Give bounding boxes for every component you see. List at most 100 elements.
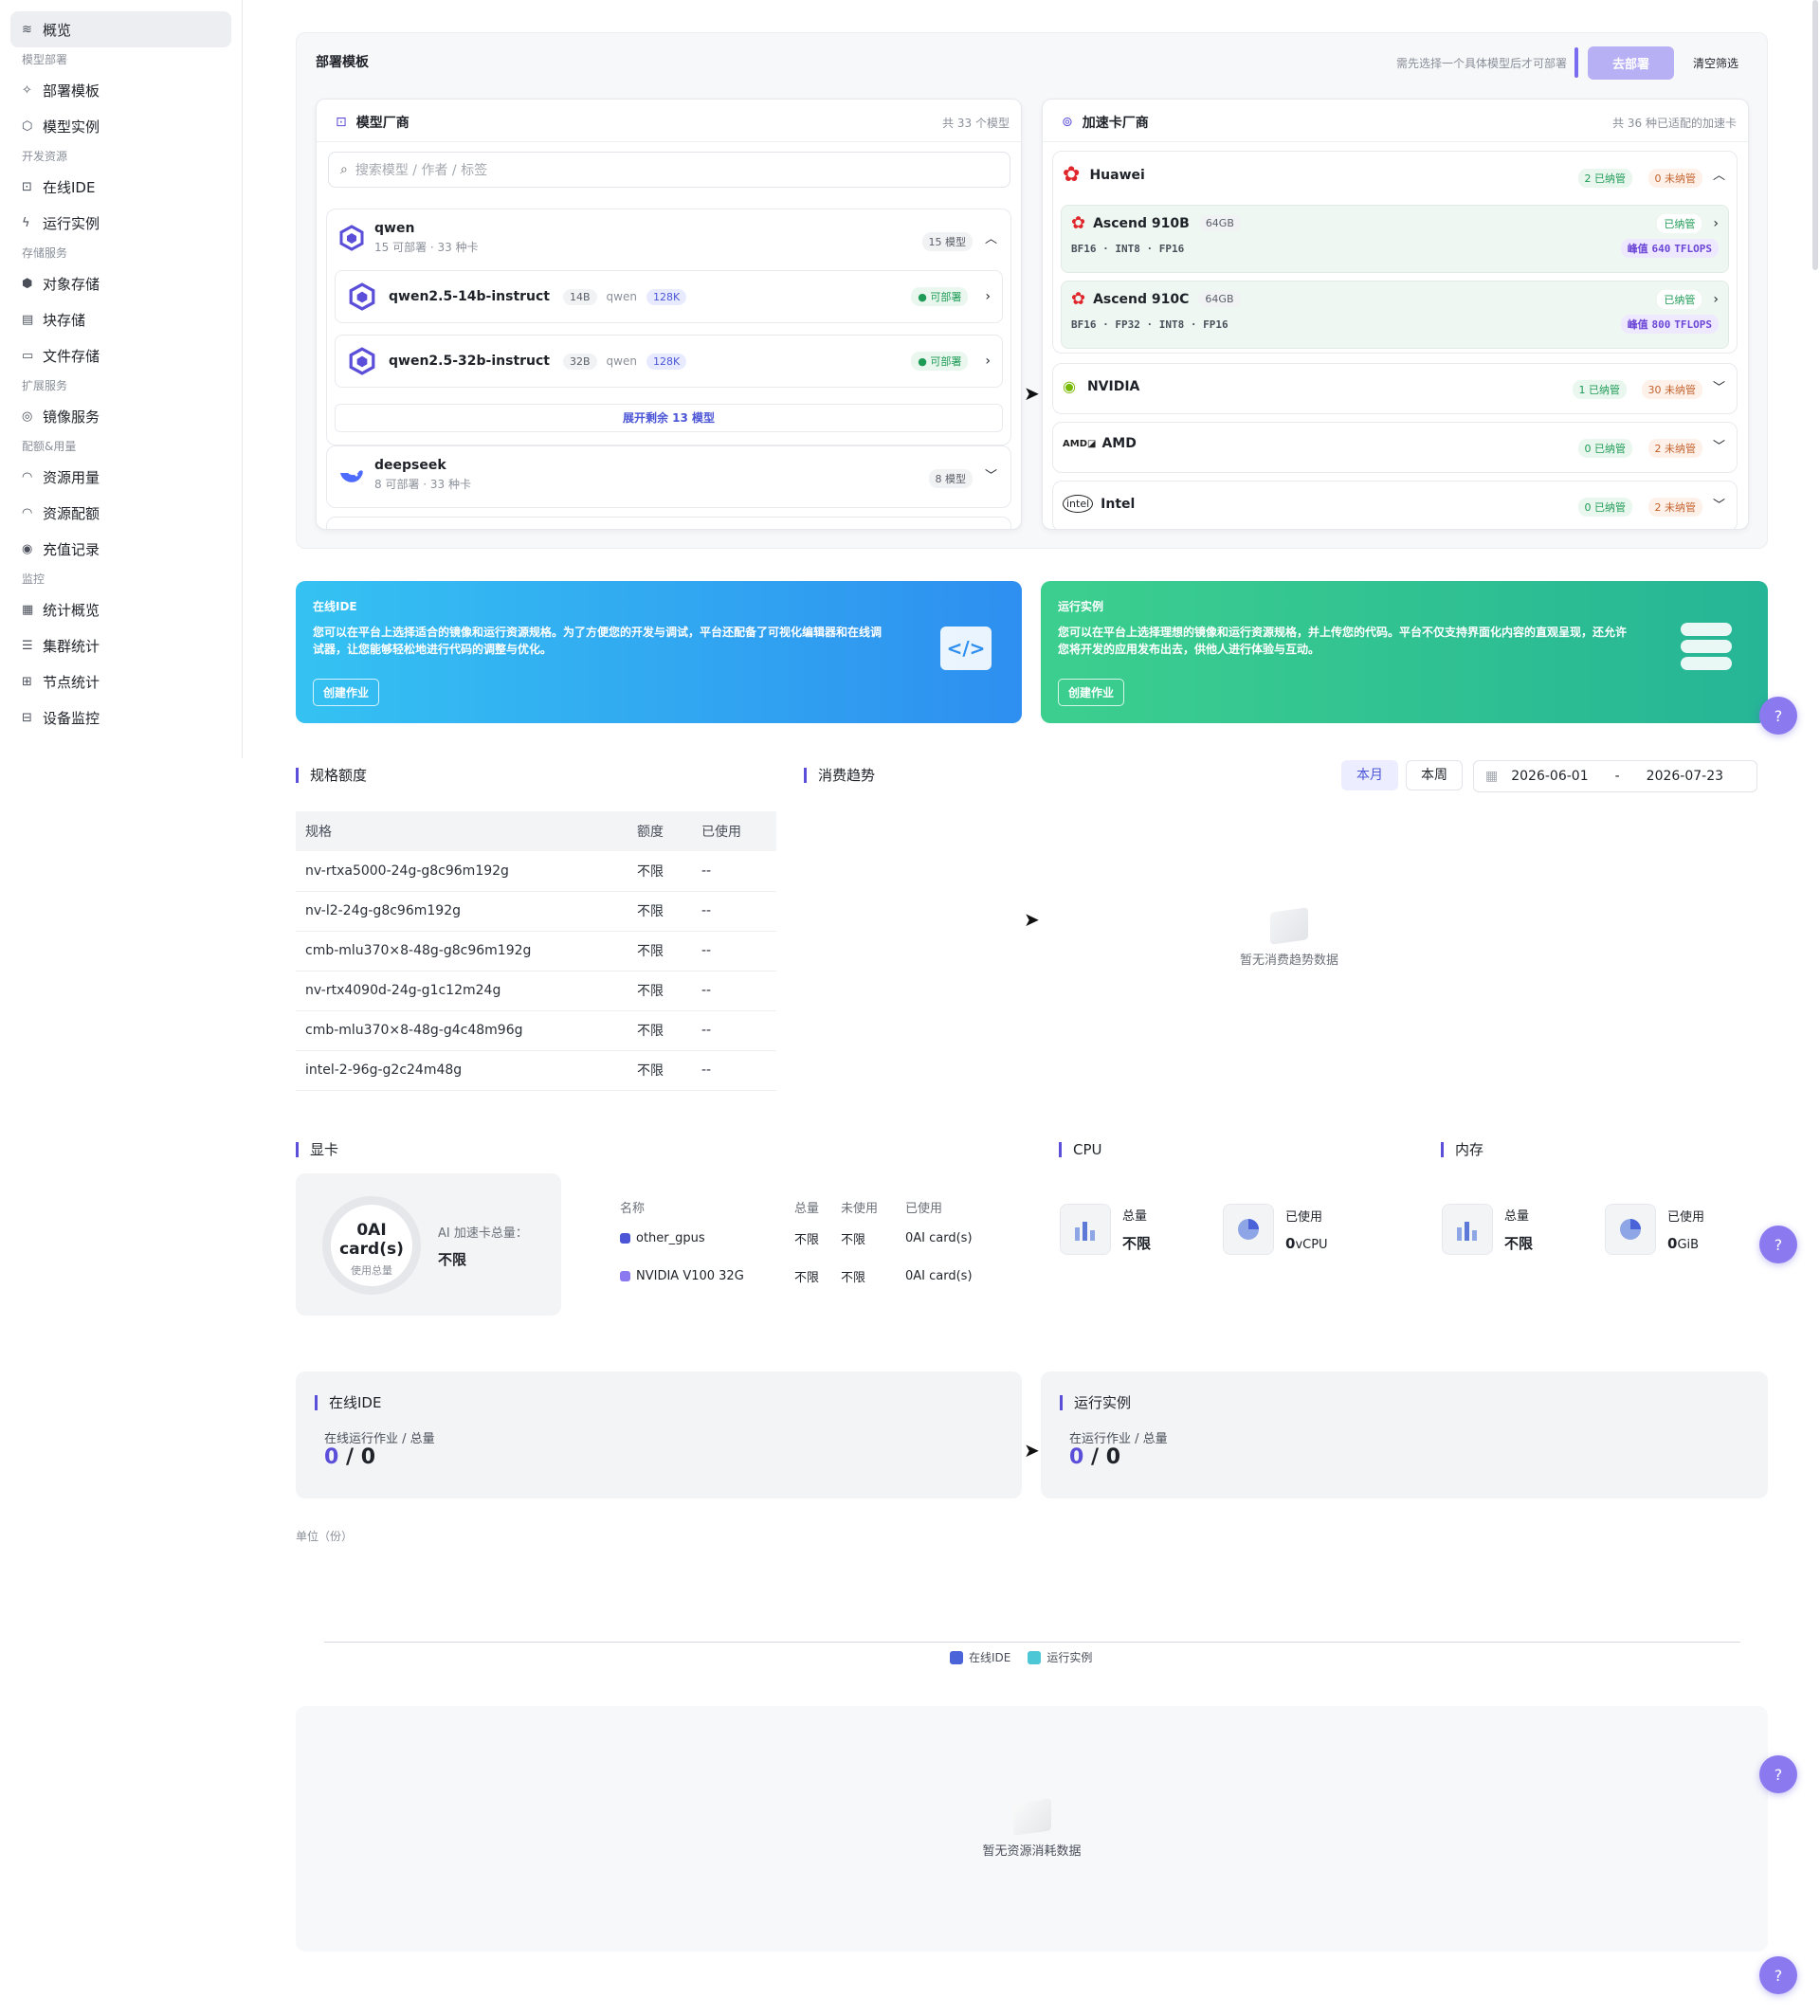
create-job-button[interactable]: 创建作业 [1058, 679, 1125, 706]
model-ctx-badge: 128K [646, 353, 687, 370]
sidebar-item-14[interactable]: ◠ 资源用量 [10, 459, 231, 495]
acc-huawei-header[interactable]: ✿ Huawei [1063, 163, 1145, 187]
chevron-up-icon[interactable]: ︿ [1713, 165, 1725, 183]
nvidia-logo-icon: ◉ [1063, 377, 1076, 395]
search-icon: ⌕ [340, 162, 348, 177]
sidebar-item-18[interactable]: ▦ 统计概览 [10, 591, 231, 627]
mouse-cursor-icon: ➤ [1024, 908, 1040, 931]
bar-chart-icon [1442, 1204, 1493, 1255]
chip-status-badge: 已纳管 [1657, 289, 1702, 309]
acc-vendor-nvidia[interactable]: ◉ NVIDIA 1 已纳管 30 未纳管 ﹀ [1052, 363, 1738, 414]
sidebar-item-5[interactable]: ⊡ 在线IDE [10, 169, 231, 205]
legend-run-label: 运行实例 [1046, 1651, 1093, 1664]
sidebar-item-8[interactable]: ⬢ 对象存储 [10, 265, 231, 301]
gpu-row: NVIDIA V100 32G 不限 不限 0AI card(s) [620, 1257, 1018, 1295]
sidebar-item-19[interactable]: ☰ 集群统计 [10, 627, 231, 663]
chevron-right-icon: › [985, 354, 991, 369]
sidebar-item-label: 概览 [43, 21, 72, 39]
expand-models-button[interactable]: 展开剩余 13 模型 [335, 404, 1003, 432]
help-button[interactable]: ? [1759, 1956, 1797, 1994]
sidebar-item-3[interactable]: ⬡ 模型实例 [10, 108, 231, 144]
sidebar-item-label: 资源用量 [43, 468, 100, 486]
cube-icon: ⬡ [22, 118, 33, 134]
model-author: qwen [606, 290, 637, 303]
gpu-col-total: 总量 [794, 1201, 820, 1216]
gpu-summary-card: 0AI card(s) 使用总量 AI 加速卡总量： 不限 [296, 1173, 561, 1316]
model-card-qwen2.5-32b[interactable]: qwen2.5-32b-instruct 32B qwen 128K ● 可部署… [335, 335, 1003, 388]
trend-title: 消费趋势 [804, 768, 875, 783]
ide-total-count: 0 [360, 1445, 376, 1469]
acc-vendor-name: Huawei [1089, 167, 1145, 183]
deploy-template-card: 部署模板 需先选择一个具体模型后才可部署 去部署 清空筛选 ⊡ 模型厂商 共 3… [296, 32, 1768, 549]
sidebar-item-0[interactable]: ≋ 概览 [10, 11, 231, 47]
vendor-deepseek[interactable]: deepseek 8 可部署 · 33 种卡 8 模型 ﹀ [326, 445, 1011, 508]
sidebar-item-label: 设备监控 [43, 709, 100, 727]
page-scrollbar[interactable] [1812, 0, 1818, 2016]
chip-card-ascend-910b[interactable]: ✿ Ascend 910B 64GB 已纳管 › BF16 · INT8 · F… [1061, 205, 1729, 273]
sidebar: ≋ 概览 模型部署 ✧ 部署模板 ⬡ 模型实例 开发资源 ⊡ 在线IDE ϟ 运行实例 存储服务 ⬢ 对象存… [0, 0, 243, 758]
sidebar-item-label: 镜像服务 [43, 408, 100, 426]
ring-value: 0AI card(s) [339, 1221, 404, 1259]
sidebar-item-6[interactable]: ϟ 运行实例 [10, 205, 231, 241]
chevron-right-icon: › [985, 289, 991, 304]
deploy-button[interactable]: 去部署 [1587, 45, 1674, 80]
clear-filter-button[interactable]: 清空筛选 [1693, 55, 1738, 71]
vendor-name: qwen [374, 221, 415, 236]
chip-peak-badge: 峰值 640 TFLOPS [1620, 239, 1719, 258]
acc-vendor-intel[interactable]: intel Intel 0 已纳管 2 未纳管 ﹀ [1052, 481, 1738, 529]
model-size-badge: 14B [563, 288, 597, 305]
sidebar-item-21[interactable]: ⊟ 设备监控 [10, 699, 231, 736]
model-card-qwen2.5-14b[interactable]: qwen2.5-14b-instruct 14B qwen 128K ● 可部署… [335, 270, 1003, 323]
sidebar-item-9[interactable]: ▤ 块存储 [10, 301, 231, 337]
tab-this-week[interactable]: 本周 [1406, 760, 1463, 790]
chevron-down-icon[interactable]: ﹀ [1713, 495, 1725, 513]
table-cell: nv-rtxa5000-24g-g8c96m192g [296, 851, 628, 892]
vendor-qwen: qwen 15 可部署 · 33 种卡 15 模型 ︿ qwen2.5-14b-… [326, 209, 1011, 445]
sidebar-item-label: 节点统计 [43, 673, 100, 691]
sidebar-item-label: 文件存储 [43, 347, 100, 365]
monitor-icon: ⊟ [22, 710, 32, 725]
sidebar-item-label: 运行实例 [43, 214, 100, 232]
table-cell: nv-l2-24g-g8c96m192g [296, 891, 628, 932]
gpu-title: 显卡 [296, 1142, 338, 1157]
gpu-total-value: 不限 [438, 1251, 467, 1268]
sidebar-item-2[interactable]: ✧ 部署模板 [10, 72, 231, 108]
chip-precisions: BF16 · FP32 · INT8 · FP16 [1071, 318, 1228, 331]
table-cell: 不限 [628, 971, 692, 1011]
gauge-icon: ◠ [22, 469, 33, 484]
sidebar-item-label: 模型实例 [43, 118, 100, 136]
acc-vendor-amd[interactable]: AMD◪ AMD 0 已纳管 2 未纳管 ﹀ [1052, 422, 1738, 473]
sidebar-item-label: 统计概览 [43, 601, 100, 619]
sidebar-item-10[interactable]: ▭ 文件存储 [10, 337, 231, 373]
cpu-title: CPU [1059, 1142, 1102, 1157]
mem-title: 内存 [1441, 1142, 1483, 1157]
chevron-down-icon[interactable]: ﹀ [1713, 377, 1725, 395]
acc-vendor-huawei: ✿ Huawei 2 已纳管 0 未纳管 ︿ ✿ Ascend 910B 64G… [1052, 151, 1738, 354]
chip-card-ascend-910c[interactable]: ✿ Ascend 910C 64GB 已纳管 › BF16 · FP32 · I… [1061, 281, 1729, 349]
help-button[interactable]: ? [1759, 1755, 1797, 1793]
model-search-input[interactable]: ⌕ 搜索模型 / 作者 / 标签 [328, 152, 1010, 188]
help-button[interactable]: ? [1759, 1226, 1797, 1263]
unmanaged-badge: 30 未纳管 [1641, 380, 1702, 399]
run-banner: 运行实例 您可以在平台上选择理想的镜像和运行资源规格，并上传您的代码。平台不仅支… [1041, 581, 1768, 723]
chevron-down-icon[interactable]: ﹀ [985, 465, 997, 483]
sidebar-item-20[interactable]: ⊞ 节点统计 [10, 663, 231, 699]
chevron-up-icon[interactable]: ︿ [985, 228, 997, 246]
chip-name: Ascend 910B [1093, 215, 1190, 231]
help-button[interactable]: ? [1759, 697, 1797, 735]
tab-this-month[interactable]: 本月 [1341, 760, 1398, 790]
gpu-name: other_gpus [636, 1230, 705, 1245]
sidebar-item-16[interactable]: ◉ 充值记录 [10, 531, 231, 567]
quota-title: 规格额度 [296, 768, 367, 783]
sidebar-item-label: 充值记录 [43, 540, 100, 558]
sidebar-item-12[interactable]: ◎ 镜像服务 [10, 398, 231, 434]
ide-banner: 在线IDE 您可以在平台上选择适合的镜像和运行资源规格。为了方便您的开发与调试，… [296, 581, 1022, 723]
date-range-picker[interactable]: ▦ 2026-06-01 - 2026-07-23 [1473, 760, 1757, 792]
sidebar-item-15[interactable]: ◠ 资源配额 [10, 495, 231, 531]
table-row: nv-l2-24g-g8c96m192g 不限 -- [296, 891, 776, 932]
table-cell: -- [692, 851, 776, 892]
vendor-qwen-header[interactable]: qwen 15 可部署 · 33 种卡 [337, 221, 479, 255]
chevron-down-icon[interactable]: ﹀ [1713, 436, 1725, 454]
create-job-button[interactable]: 创建作业 [313, 679, 380, 706]
robot-icon: ⊡ [336, 115, 347, 130]
